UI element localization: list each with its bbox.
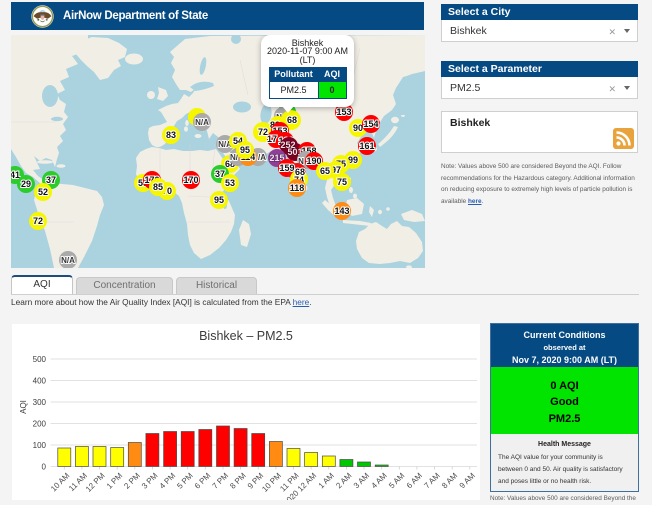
svg-text:95: 95: [240, 145, 250, 155]
svg-text:9 AM: 9 AM: [458, 471, 477, 490]
svg-text:2 PM: 2 PM: [122, 471, 142, 491]
svg-text:6 PM: 6 PM: [193, 471, 213, 491]
svg-text:500: 500: [33, 355, 47, 364]
svg-text:5 PM: 5 PM: [175, 471, 195, 491]
svg-text:6 AM: 6 AM: [405, 471, 424, 490]
svg-text:7 AM: 7 AM: [422, 471, 441, 490]
svg-text:8 AM: 8 AM: [440, 471, 459, 490]
svg-text:68: 68: [287, 115, 297, 125]
svg-text:170: 170: [183, 175, 198, 185]
svg-text:10 PM: 10 PM: [260, 471, 283, 494]
svg-text:4 PM: 4 PM: [158, 471, 178, 491]
svg-text:17: 17: [267, 134, 277, 144]
svg-text:4 AM: 4 AM: [370, 471, 389, 490]
svg-text:143: 143: [334, 206, 349, 216]
svg-text:7 PM: 7 PM: [211, 471, 231, 491]
svg-text:10 AM: 10 AM: [49, 471, 72, 494]
svg-text:400: 400: [33, 377, 47, 386]
svg-text:12 PM: 12 PM: [84, 471, 107, 494]
svg-text:2 AM: 2 AM: [334, 471, 353, 490]
svg-text:5 AM: 5 AM: [387, 471, 406, 490]
svg-text:3 AM: 3 AM: [352, 471, 371, 490]
svg-text:100: 100: [33, 441, 47, 450]
svg-text:90: 90: [353, 123, 363, 133]
svg-text:300: 300: [33, 398, 47, 407]
svg-text:200: 200: [33, 420, 47, 429]
svg-text:75: 75: [337, 177, 347, 187]
svg-text:65: 65: [320, 166, 330, 176]
svg-text:3 PM: 3 PM: [140, 471, 160, 491]
svg-text:1 PM: 1 PM: [105, 471, 125, 491]
svg-text:/A: /A: [258, 153, 266, 162]
svg-text:161: 161: [359, 141, 374, 151]
svg-text:0: 0: [42, 463, 47, 472]
svg-text:118: 118: [290, 183, 305, 193]
svg-text:85: 85: [153, 182, 163, 192]
svg-text:95: 95: [214, 195, 224, 205]
svg-text:AQI: AQI: [19, 400, 28, 414]
svg-text:159: 159: [279, 163, 294, 173]
svg-text:72: 72: [33, 216, 43, 226]
svg-text:N/A: N/A: [61, 256, 75, 265]
svg-text:37: 37: [46, 175, 56, 185]
svg-text:52: 52: [38, 187, 48, 197]
svg-text:1 AM: 1 AM: [317, 471, 336, 490]
svg-text:Bishkek – PM2.5: Bishkek – PM2.5: [199, 329, 293, 343]
svg-text:153: 153: [336, 107, 351, 117]
svg-text:29: 29: [21, 179, 31, 189]
svg-text:8 PM: 8 PM: [228, 471, 248, 491]
svg-text:53: 53: [225, 178, 235, 188]
svg-text:N/A: N/A: [195, 118, 209, 127]
svg-text:41: 41: [11, 170, 20, 180]
svg-text:154: 154: [363, 119, 378, 129]
svg-text:83: 83: [166, 130, 176, 140]
